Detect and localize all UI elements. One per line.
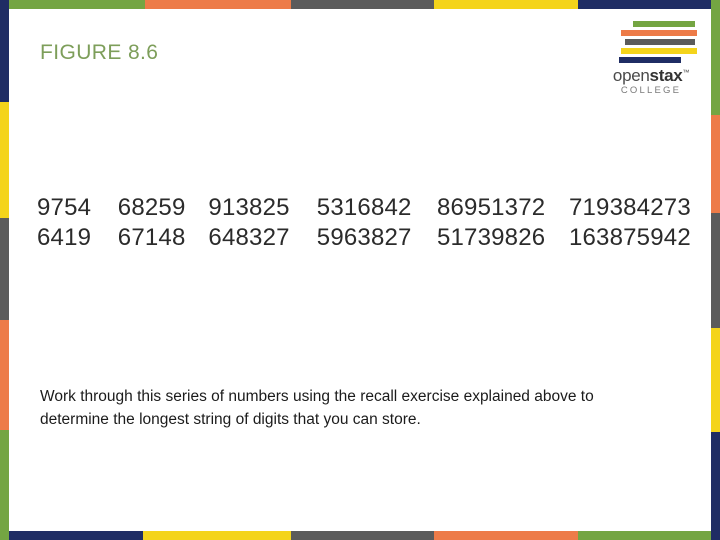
logo-subtitle: COLLEGE: [620, 85, 682, 96]
top-border-segment: [578, 0, 720, 9]
right-border-segment: [711, 432, 720, 540]
left-border-segment: [0, 0, 9, 102]
number-row: 6419 67148 648327 5963827 51739826 163875942: [37, 224, 697, 252]
left-border-segment: [0, 102, 9, 218]
bottom-border-segment: [0, 531, 143, 540]
logo-gray-bar-icon: [625, 39, 695, 45]
number-cell: 6419: [37, 224, 92, 251]
top-border-segment: [434, 0, 578, 9]
number-cell: 719384273: [568, 194, 691, 221]
figure-caption: Work through this series of numbers usin…: [40, 388, 594, 428]
slide-canvas: FIGURE 8.6 openstax™ COLLEGE 9754 68259 91…: [0, 0, 720, 540]
right-border-segment: [711, 213, 720, 328]
number-grid: 9754 68259 913825 5316842 86951372 719384273 6…: [37, 194, 697, 254]
page-title: FIGURE 8.6: [40, 41, 159, 64]
right-border-segment: [711, 0, 720, 115]
logo-wordmark-open: open: [612, 66, 650, 85]
number-cell: 51739826: [436, 224, 546, 251]
number-cell: 5316842: [316, 194, 412, 221]
logo-yellow-bar-icon: [621, 48, 697, 54]
number-cell: 9754: [37, 194, 92, 221]
number-cell: 163875942: [568, 224, 691, 251]
number-cell: 68259: [117, 194, 186, 221]
number-cell: 648327: [208, 224, 290, 251]
top-border-segment: [291, 0, 434, 9]
left-border-segment: [0, 430, 9, 540]
number-cell: 67148: [117, 224, 186, 251]
left-border-segment: [0, 218, 9, 320]
top-border-segment: [145, 0, 291, 9]
logo-wordmark: openstax™: [603, 67, 699, 84]
number-row: 9754 68259 913825 5316842 86951372 719384273: [37, 194, 697, 222]
logo-wordmark-stax: stax: [649, 66, 683, 85]
number-cell: 5963827: [316, 224, 412, 251]
slide-content: FIGURE 8.6 openstax™ COLLEGE 9754 68259 91…: [9, 9, 711, 531]
left-border-segment: [0, 320, 9, 430]
logo-navy-bar-icon: [619, 57, 681, 63]
bottom-border-segment: [578, 531, 720, 540]
right-border-segment: [711, 115, 720, 213]
right-border-segment: [711, 328, 720, 432]
number-cell: 86951372: [436, 194, 546, 221]
openstax-logo: openstax™ COLLEGE: [603, 21, 699, 96]
logo-orange-bar-icon: [621, 30, 697, 36]
logo-bars: [615, 21, 697, 63]
bottom-border-segment: [291, 531, 434, 540]
bottom-border-segment: [143, 531, 291, 540]
bottom-border-segment: [434, 531, 578, 540]
logo-trademark: ™: [682, 69, 690, 77]
top-border-segment: [0, 0, 145, 9]
logo-green-bar-icon: [633, 21, 695, 27]
number-cell: 913825: [208, 194, 290, 221]
